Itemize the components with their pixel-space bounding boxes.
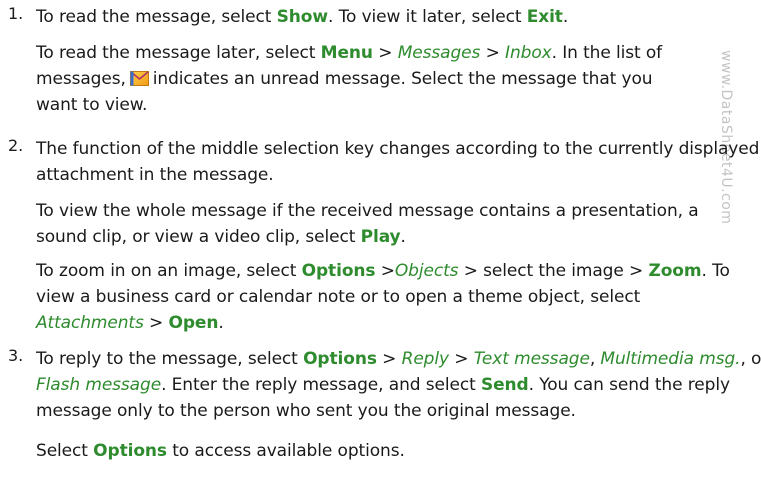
step-2: 2. The function of the middle selection … — [0, 136, 761, 188]
step-1: 1. To read the message, select Show. To … — [0, 4, 756, 30]
exit-command: Exit — [526, 7, 563, 27]
zoom-command: Zoom — [648, 261, 702, 281]
step-1-text: To read the message, select Show. To vie… — [36, 7, 569, 27]
menu-command: Menu — [320, 43, 373, 63]
multimedia-msg-menu-item: Multimedia msg. — [600, 349, 741, 369]
step-2-note-zoom: To zoom in on an image, select Options >… — [36, 258, 746, 336]
play-command: Play — [360, 227, 401, 247]
step-2-note-play: To view the whole message if the receive… — [36, 198, 746, 250]
options-command: Options — [301, 261, 376, 281]
document-page: www.DataSheet4U.com 1. To read the messa… — [0, 0, 761, 486]
show-command: Show — [276, 7, 328, 27]
step-1-note-text: To read the message later, select Menu >… — [36, 43, 663, 115]
step-2-text: The function of the middle selection key… — [36, 139, 760, 185]
step-3: 3. To reply to the message, select Optio… — [0, 346, 761, 424]
unread-message-icon — [129, 71, 149, 86]
options-command: Options — [93, 441, 167, 461]
step-3-note: Select Options to access available optio… — [36, 438, 736, 464]
reply-menu-item: Reply — [401, 349, 449, 369]
messages-menu-item: Messages — [397, 43, 481, 63]
options-command: Options — [303, 349, 377, 369]
step-number: 2. — [8, 136, 24, 155]
step-1-note: To read the message later, select Menu >… — [36, 40, 676, 118]
step-3-text: To reply to the message, select Options … — [36, 349, 761, 421]
step-2-note-zoom-text: To zoom in on an image, select Options >… — [36, 261, 730, 333]
step-number: 1. — [8, 4, 24, 23]
send-command: Send — [480, 375, 529, 395]
open-command: Open — [168, 313, 219, 333]
step-3-note-text: Select Options to access available optio… — [36, 441, 405, 461]
step-number: 3. — [8, 346, 24, 365]
inbox-menu-item: Inbox — [505, 43, 552, 63]
step-2-note-play-text: To view the whole message if the receive… — [36, 201, 699, 247]
objects-menu-item: Objects — [394, 261, 459, 281]
flash-message-menu-item: Flash message — [36, 375, 162, 395]
attachments-menu-item: Attachments — [36, 313, 144, 333]
text-message-menu-item: Text message — [473, 349, 590, 369]
